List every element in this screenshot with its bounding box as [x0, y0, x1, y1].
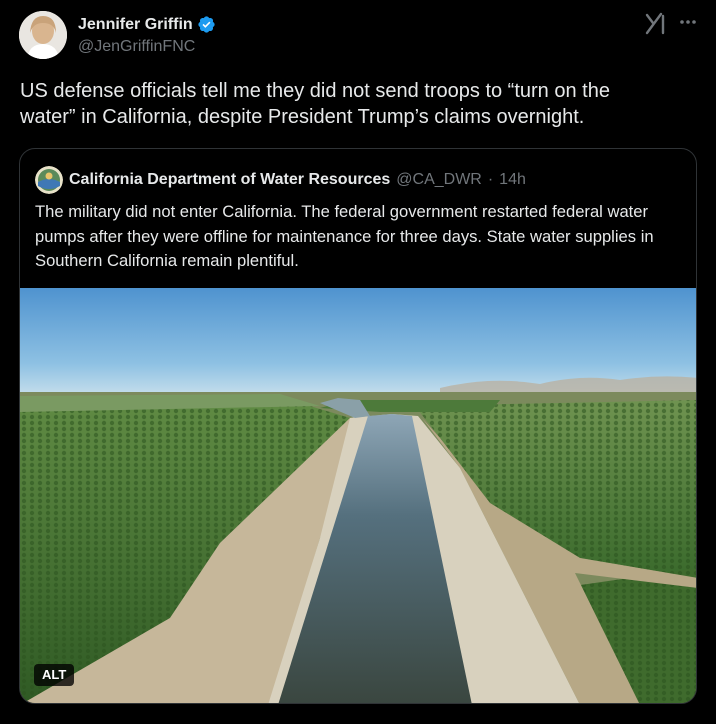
- quoted-avatar-seal-icon[interactable]: [35, 166, 63, 194]
- quoted-tweet-header: California Department of Water Resources…: [35, 166, 526, 194]
- quoted-media-image[interactable]: ALT: [20, 288, 696, 703]
- canal-aerial-photo: [20, 288, 696, 703]
- more-icon[interactable]: [678, 12, 698, 32]
- quoted-separator: ·: [487, 171, 494, 188]
- tweet: Jennifer Griffin @JenGriffinFNC US defen…: [0, 0, 716, 724]
- quoted-handle[interactable]: @CA_DWR: [396, 171, 482, 189]
- quoted-display-name[interactable]: California Department of Water Resources: [69, 171, 390, 189]
- author-handle[interactable]: @JenGriffinFNC: [78, 38, 195, 56]
- quoted-tweet[interactable]: California Department of Water Resources…: [19, 148, 697, 704]
- author-display-name[interactable]: Jennifer Griffin: [78, 16, 193, 34]
- alt-text-badge[interactable]: ALT: [34, 664, 75, 686]
- author-name-row: Jennifer Griffin: [78, 15, 216, 34]
- avatar-photo-icon: [19, 11, 67, 59]
- author-avatar[interactable]: [19, 11, 67, 59]
- verified-badge-icon[interactable]: [197, 15, 216, 34]
- quoted-timestamp[interactable]: 14h: [499, 171, 526, 189]
- quoted-tweet-text: The military did not enter California. T…: [35, 202, 654, 270]
- grok-icon[interactable]: [644, 11, 666, 35]
- tweet-text: US defense officials tell me they did no…: [20, 80, 610, 128]
